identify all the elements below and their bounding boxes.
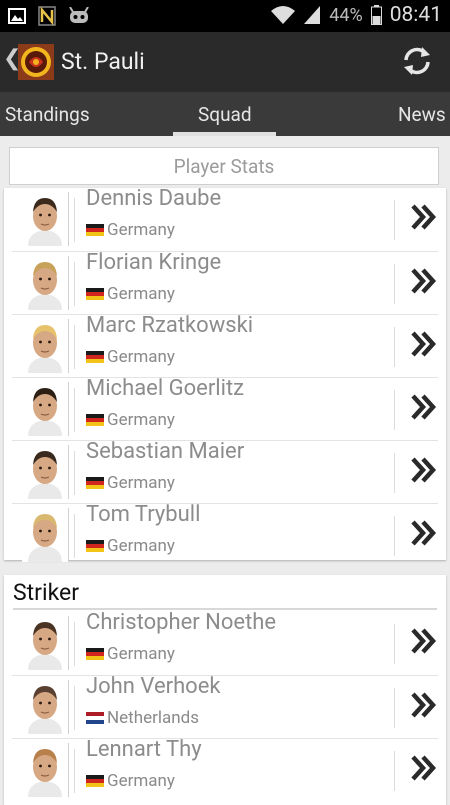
arrow-divider bbox=[394, 624, 395, 664]
country-flag-icon bbox=[86, 224, 104, 236]
double-chevron-right-icon[interactable] bbox=[410, 626, 438, 656]
signal-icon bbox=[304, 6, 321, 24]
action-bar: ❮ St. Pauli bbox=[0, 32, 450, 92]
tab-selected-indicator bbox=[173, 132, 276, 136]
wifi-icon bbox=[271, 6, 296, 24]
photo-divider bbox=[74, 388, 75, 432]
android-icon bbox=[69, 7, 89, 23]
clock: 08:41 bbox=[389, 3, 442, 27]
tab-news[interactable]: News bbox=[398, 103, 446, 126]
player-country: Germany bbox=[107, 347, 175, 367]
player-row[interactable]: Marc Rzatkowski Germany bbox=[12, 313, 438, 377]
striker-section-card: Striker Christopher Noethe Germany John … bbox=[4, 575, 446, 805]
player-photo bbox=[22, 319, 69, 373]
double-chevron-right-icon[interactable] bbox=[410, 329, 438, 359]
photo-divider bbox=[74, 622, 75, 666]
country-flag-icon bbox=[86, 775, 104, 787]
arrow-divider bbox=[394, 453, 395, 493]
double-chevron-right-icon[interactable] bbox=[410, 266, 438, 296]
player-stats-button[interactable]: Player Stats bbox=[9, 147, 439, 185]
double-chevron-right-icon[interactable] bbox=[410, 455, 438, 485]
photo-divider bbox=[74, 262, 75, 306]
player-row[interactable]: Sebastian Maier Germany bbox=[12, 439, 438, 503]
section-heading: Striker bbox=[13, 579, 79, 606]
country-flag-icon bbox=[86, 540, 104, 552]
tab-standings[interactable]: Standings bbox=[5, 103, 90, 126]
club-logo-icon[interactable] bbox=[18, 44, 54, 80]
player-country: Germany bbox=[107, 473, 175, 493]
image-icon bbox=[8, 8, 26, 24]
player-name: Lennart Thy bbox=[86, 737, 202, 762]
player-row[interactable]: Tom Trybull Germany bbox=[12, 502, 438, 566]
refresh-icon[interactable] bbox=[400, 44, 434, 78]
photo-divider bbox=[74, 514, 75, 558]
double-chevron-right-icon[interactable] bbox=[410, 690, 438, 720]
player-photo bbox=[22, 508, 69, 562]
photo-divider bbox=[74, 325, 75, 369]
tab-bar: Standings Squad News bbox=[0, 92, 450, 136]
player-name: John Verhoek bbox=[86, 674, 221, 699]
player-country: Germany bbox=[107, 410, 175, 430]
arrow-divider bbox=[394, 688, 395, 728]
player-country: Germany bbox=[107, 771, 175, 791]
n-icon bbox=[38, 6, 56, 26]
player-country: Germany bbox=[107, 536, 175, 556]
player-row[interactable]: Dennis Daube Germany bbox=[12, 186, 438, 251]
photo-divider bbox=[74, 451, 75, 495]
country-flag-icon bbox=[86, 288, 104, 300]
arrow-divider bbox=[394, 200, 395, 240]
player-row[interactable]: John Verhoek Netherlands bbox=[12, 674, 438, 738]
player-row[interactable]: Lennart Thy Germany bbox=[12, 737, 438, 801]
arrow-divider bbox=[394, 327, 395, 367]
double-chevron-right-icon[interactable] bbox=[410, 518, 438, 548]
tab-squad[interactable]: Squad bbox=[198, 103, 252, 126]
player-name: Michael Goerlitz bbox=[86, 376, 245, 401]
double-chevron-right-icon[interactable] bbox=[410, 202, 438, 232]
player-name: Tom Trybull bbox=[86, 502, 201, 527]
status-bar: 44% 08:41 bbox=[0, 0, 450, 32]
arrow-divider bbox=[394, 264, 395, 304]
arrow-divider bbox=[394, 751, 395, 791]
photo-divider bbox=[74, 198, 75, 242]
arrow-divider bbox=[394, 390, 395, 430]
country-flag-icon bbox=[86, 414, 104, 426]
player-country: Netherlands bbox=[107, 708, 199, 728]
player-name: Sebastian Maier bbox=[86, 439, 245, 464]
player-name: Christopher Noethe bbox=[86, 610, 277, 635]
country-flag-icon bbox=[86, 477, 104, 489]
battery-icon bbox=[370, 5, 382, 25]
player-country: Germany bbox=[107, 284, 175, 304]
battery-percentage: 44% bbox=[329, 4, 363, 26]
player-photo bbox=[22, 616, 69, 670]
photo-divider bbox=[74, 686, 75, 730]
player-country: Germany bbox=[107, 220, 175, 240]
player-photo bbox=[22, 680, 69, 734]
player-name: Florian Kringe bbox=[86, 250, 222, 275]
player-name: Dennis Daube bbox=[86, 186, 222, 211]
arrow-divider bbox=[394, 516, 395, 556]
player-name: Marc Rzatkowski bbox=[86, 313, 254, 338]
player-country: Germany bbox=[107, 644, 175, 664]
page-title: St. Pauli bbox=[61, 48, 145, 75]
status-system-icons: 44% 08:41 bbox=[271, 3, 442, 27]
status-notification-icons bbox=[8, 6, 90, 26]
country-flag-icon bbox=[86, 648, 104, 660]
player-photo bbox=[22, 445, 69, 499]
squad-section-card: Dennis Daube Germany Florian Kringe Germ… bbox=[4, 186, 446, 562]
player-photo bbox=[22, 743, 69, 797]
player-row[interactable]: Christopher Noethe Germany bbox=[12, 610, 438, 675]
double-chevron-right-icon[interactable] bbox=[410, 753, 438, 783]
country-flag-icon bbox=[86, 351, 104, 363]
double-chevron-right-icon[interactable] bbox=[410, 392, 438, 422]
player-photo bbox=[22, 256, 69, 310]
country-flag-icon bbox=[86, 712, 104, 724]
player-photo bbox=[22, 382, 69, 436]
photo-divider bbox=[74, 749, 75, 793]
player-row[interactable]: Michael Goerlitz Germany bbox=[12, 376, 438, 440]
player-photo bbox=[22, 192, 69, 246]
player-row[interactable]: Florian Kringe Germany bbox=[12, 250, 438, 314]
